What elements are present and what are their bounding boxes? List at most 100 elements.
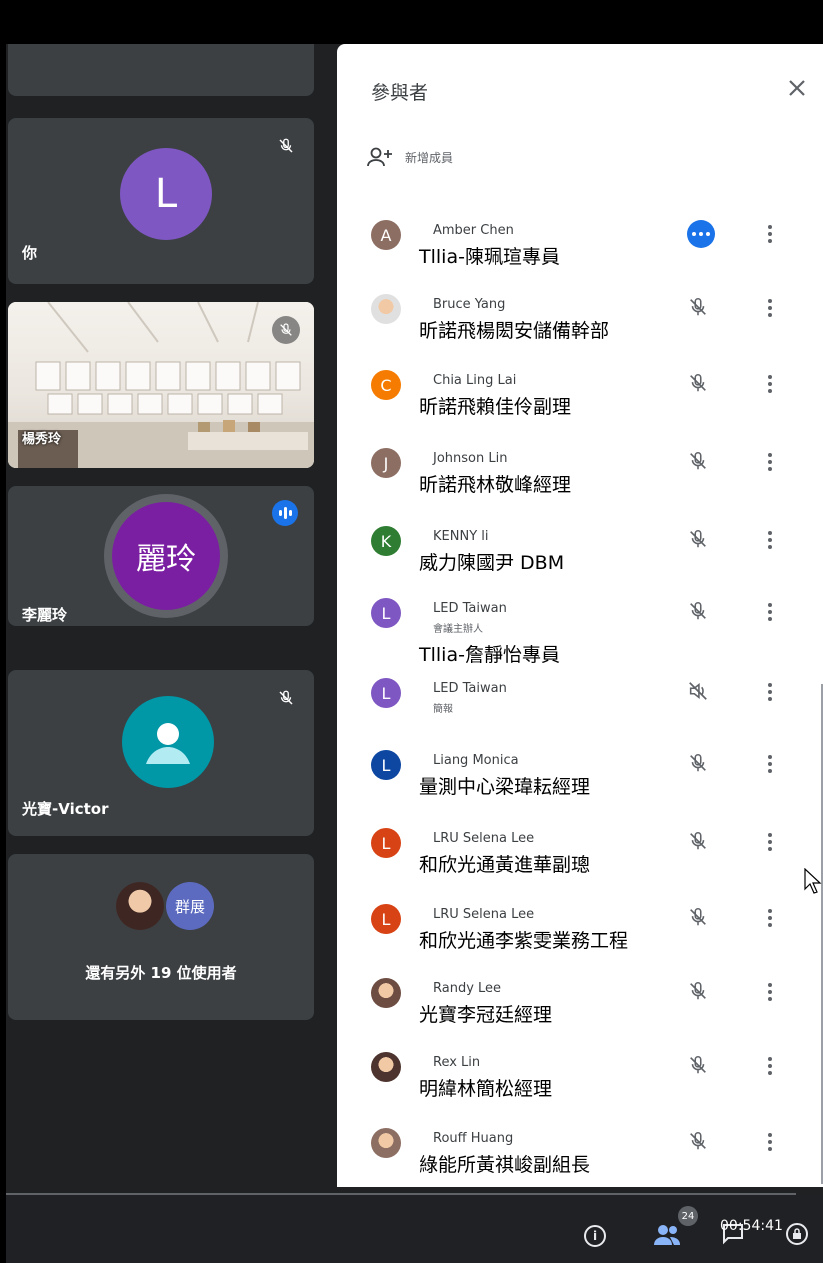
participant-name: LRU Selena Lee	[433, 907, 535, 922]
participant-caption: Tllia-陳珮瑄專員	[419, 246, 560, 268]
participant-row[interactable]: L Liang Monica 量測中心梁瑋耘經理	[337, 746, 823, 826]
people-icon[interactable]	[652, 1219, 682, 1249]
kebab-menu-icon[interactable]	[765, 906, 775, 930]
mouse-cursor-icon	[804, 867, 822, 898]
participant-caption: 昕諾飛賴佳伶副理	[419, 396, 572, 418]
participant-name: Randy Lee	[433, 981, 502, 996]
victor-tile[interactable]: 光寶-Victor	[8, 670, 314, 836]
others-avatar-text: 群展	[174, 897, 205, 916]
participant-name: Rouff Huang	[433, 1131, 514, 1146]
meeting-time: 00:54:41	[720, 1218, 783, 1234]
participant-row[interactable]: L LED Taiwan 會議主辦人 Tllia-詹靜怡專員	[337, 594, 823, 674]
participant-avatar: L	[371, 904, 401, 934]
participant-name: Chia Ling Lai	[433, 373, 517, 388]
mic-off-icon[interactable]	[687, 296, 711, 320]
participant-role: 會議主辦人	[433, 624, 483, 635]
bottom-bar: i	[6, 1195, 823, 1263]
participant-avatar	[371, 294, 401, 324]
mic-off-icon[interactable]	[687, 372, 711, 396]
self-tile[interactable]: L 你	[8, 118, 314, 284]
participant-caption: Tllia-詹靜怡專員	[419, 644, 560, 666]
info-icon[interactable]: i	[584, 1225, 606, 1247]
speaker-tile[interactable]: 麗玲 李麗玲	[8, 486, 314, 626]
self-name: 你	[22, 244, 38, 262]
participant-initial: K	[380, 531, 392, 551]
participant-caption: 光寶李冠廷經理	[419, 1004, 553, 1026]
participant-initial: L	[381, 833, 391, 853]
participant-name: Amber Chen	[433, 223, 514, 238]
participant-avatar: C	[371, 370, 401, 400]
kebab-menu-icon[interactable]	[765, 980, 775, 1004]
close-icon[interactable]	[783, 74, 811, 102]
participant-row[interactable]: Randy Lee 光寶李冠廷經理	[337, 974, 823, 1054]
mic-off-icon[interactable]	[687, 528, 711, 552]
participant-row[interactable]: A Amber Chen Tllia-陳珮瑄專員	[337, 216, 823, 296]
kebab-menu-icon[interactable]	[765, 528, 775, 552]
victor-avatar	[122, 696, 214, 788]
add-member-button[interactable]: 新增成員	[367, 144, 453, 170]
participant-avatar: L	[371, 750, 401, 780]
kebab-menu-icon[interactable]	[765, 1130, 775, 1154]
mic-off-icon[interactable]	[687, 752, 711, 776]
participant-caption: 昕諾飛林敬峰經理	[419, 474, 572, 496]
speaker-avatar-text: 麗玲	[136, 542, 196, 577]
participant-name: Johnson Lin	[433, 451, 508, 466]
mic-off-icon[interactable]	[687, 906, 711, 930]
participant-row[interactable]: K KENNY li 威力陳國尹 DBM	[337, 522, 823, 602]
mic-off-icon[interactable]	[687, 830, 711, 854]
participant-avatar: A	[371, 220, 401, 250]
participant-name: LED Taiwan	[433, 601, 507, 616]
more-actions-icon[interactable]	[687, 220, 715, 248]
self-avatar: L	[120, 148, 212, 240]
kebab-menu-icon[interactable]	[765, 600, 775, 624]
kebab-menu-icon[interactable]	[765, 752, 775, 776]
mic-off-icon[interactable]	[687, 980, 711, 1004]
participant-avatar	[371, 1128, 401, 1158]
participant-name: Bruce Yang	[433, 297, 506, 312]
kebab-menu-icon[interactable]	[765, 680, 775, 704]
participant-caption: 和欣光通李紫雯業務工程	[419, 930, 629, 952]
others-label: 還有另外 19 位使用者	[85, 964, 237, 982]
mic-off-icon[interactable]	[687, 1130, 711, 1154]
participant-avatar	[371, 978, 401, 1008]
participant-avatar: L	[371, 828, 401, 858]
mic-off-icon	[272, 316, 300, 344]
add-person-icon	[367, 147, 392, 167]
participant-avatar: J	[371, 448, 401, 478]
mic-off-icon[interactable]	[687, 450, 711, 474]
kebab-menu-icon[interactable]	[765, 296, 775, 320]
participant-caption: 昕諾飛楊閎安儲備幹部	[419, 320, 610, 342]
video-tile[interactable]: 楊秀玲	[8, 302, 314, 468]
participant-initial: A	[380, 225, 392, 245]
mic-off-icon[interactable]	[687, 1054, 711, 1078]
participant-row[interactable]: Rouff Huang 綠能所黃祺峻副組長	[337, 1124, 823, 1187]
participant-name: Liang Monica	[433, 753, 519, 768]
participant-row[interactable]: C Chia Ling Lai 昕諾飛賴佳伶副理	[337, 366, 823, 446]
speaker-avatar: 麗玲	[112, 502, 220, 610]
lock-icon[interactable]	[786, 1223, 808, 1245]
meet-window: L 你 楊秀玲 麗玲 李麗玲 光寶-Victor 群展 還有另外 19 位使用者…	[6, 0, 823, 1263]
kebab-menu-icon[interactable]	[765, 372, 775, 396]
participant-name: LRU Selena Lee	[433, 831, 535, 846]
participant-row[interactable]: J Johnson Lin 昕諾飛林敬峰經理	[337, 444, 823, 524]
kebab-menu-icon[interactable]	[765, 222, 775, 246]
mic-off-icon[interactable]	[687, 600, 711, 624]
others-tile[interactable]: 群展 還有另外 19 位使用者	[8, 854, 314, 1020]
mic-off-icon	[272, 684, 300, 712]
participant-name: KENNY li	[433, 529, 489, 544]
kebab-menu-icon[interactable]	[765, 830, 775, 854]
participant-initial: C	[380, 375, 392, 395]
participant-row[interactable]: Bruce Yang 昕諾飛楊閎安儲備幹部	[337, 290, 823, 370]
participant-row[interactable]: Rex Lin 明緯林簡松經理	[337, 1048, 823, 1128]
participant-row[interactable]: L LED Taiwan 簡報	[337, 674, 823, 754]
participant-name: LED Taiwan	[433, 681, 507, 696]
volume-off-icon[interactable]	[687, 680, 711, 704]
partial-tile[interactable]	[8, 44, 314, 96]
participant-initial: L	[381, 683, 391, 703]
participant-initial: L	[381, 755, 391, 775]
participant-row[interactable]: L LRU Selena Lee 和欣光通李紫雯業務工程	[337, 900, 823, 980]
participant-avatar: K	[371, 526, 401, 556]
kebab-menu-icon[interactable]	[765, 450, 775, 474]
participant-row[interactable]: L LRU Selena Lee 和欣光通黃進華副璁	[337, 824, 823, 904]
kebab-menu-icon[interactable]	[765, 1054, 775, 1078]
